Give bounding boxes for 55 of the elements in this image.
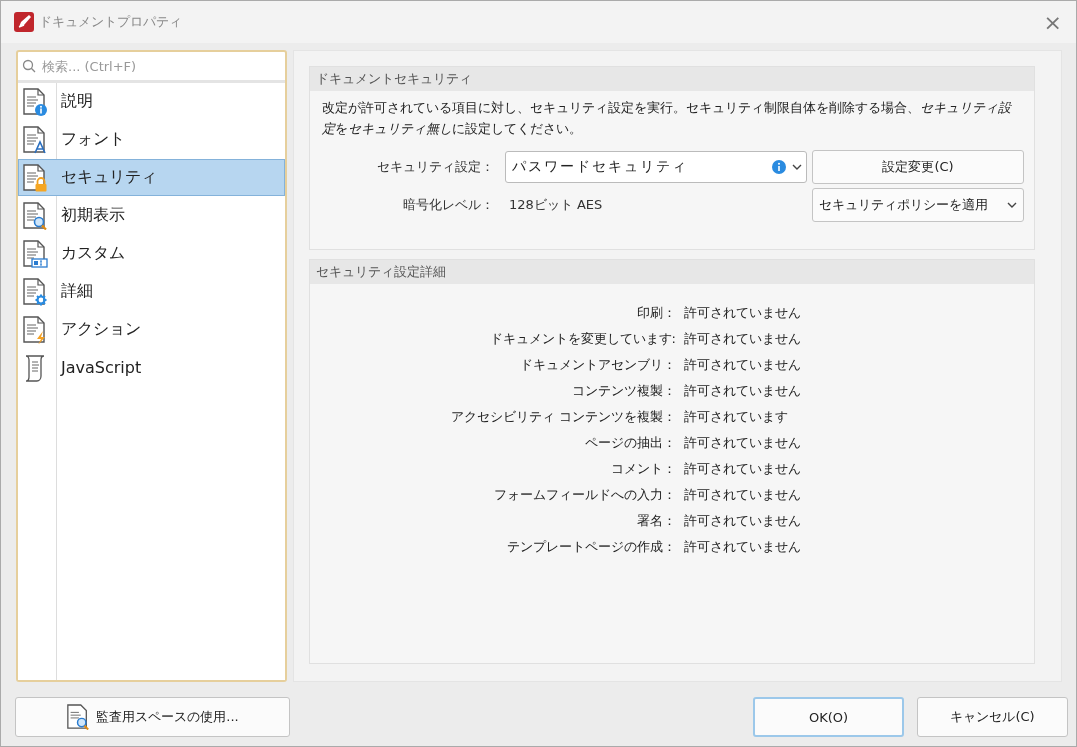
sidebar-item[interactable]: フォント	[18, 121, 285, 158]
permission-value: 許可されていません	[684, 382, 802, 400]
security-setting-label: セキュリティ設定：	[376, 158, 495, 176]
permission-label: 署名：	[636, 512, 676, 530]
sidebar-item[interactable]: アクション	[18, 311, 285, 348]
permission-value: 許可されていません	[684, 304, 802, 322]
magnifier-document-icon	[66, 704, 91, 730]
lock-document-icon	[22, 163, 48, 192]
caret-icon	[792, 164, 802, 170]
close-button[interactable]: ×	[1037, 9, 1068, 35]
permission-label: コメント：	[610, 460, 676, 478]
gear-document-icon	[22, 277, 48, 306]
permission-label: アクセシビリティ コンテンツを複製：	[449, 408, 676, 426]
description-text: 改定が許可されている項目に対し、セキュリティ設定を実行。セキュリティ制限自体を削除する場合、セキュリティ設定を セキュリティ無し に設定してください。	[322, 99, 1013, 138]
permission-value: 許可されていません	[684, 538, 802, 556]
permission-value: 許可されていません	[684, 512, 802, 530]
search-icon	[22, 59, 36, 73]
apply-policy-dropdown[interactable]: セキュリティポリシーを適用	[812, 188, 1024, 222]
sidebar-item[interactable]: セキュリティ	[18, 159, 285, 196]
security-setting-dropdown[interactable]: パスワードセキュリティ	[505, 151, 807, 183]
permission-label: フォームフィールドへの入力：	[493, 486, 676, 504]
permission-value: 許可されていません	[684, 356, 802, 374]
change-settings-button[interactable]: 設定変更(C)	[812, 150, 1024, 184]
encryption-label: 暗号化レベル：	[402, 196, 495, 214]
info-document-icon	[22, 87, 48, 116]
permission-value: 許可されていません	[684, 330, 802, 348]
section-header: ドキュメントセキュリティ	[310, 67, 1034, 91]
permission-label: コンテンツ複製：	[571, 382, 676, 400]
app-logo-icon	[14, 12, 34, 32]
font-document-icon	[22, 125, 48, 154]
window-title: ドキュメントプロパティ	[39, 13, 183, 31]
caret-icon	[1007, 202, 1017, 208]
ok-button[interactable]: OK(O)	[753, 697, 904, 737]
section-header: セキュリティ設定詳細	[310, 260, 1034, 284]
sidebar-item[interactable]: カスタム	[18, 235, 285, 272]
field-document-icon	[22, 239, 48, 268]
sidebar-item[interactable]: 詳細	[18, 273, 285, 310]
permission-label: ページの抽出：	[584, 434, 676, 452]
lightning-document-icon	[22, 315, 48, 344]
info-icon	[772, 160, 786, 174]
sidebar-item[interactable]: JavaScript	[18, 349, 285, 386]
cancel-button[interactable]: キャンセル(C)	[917, 697, 1068, 737]
sidebar-item[interactable]: 説明	[18, 83, 285, 120]
magnifier-document-icon	[22, 201, 48, 230]
permission-label: ドキュメントアセンブリ：	[519, 356, 676, 374]
encryption-value: 128ビット AES	[508, 196, 604, 214]
audit-space-button[interactable]: 監査用スペースの使用...	[15, 697, 290, 737]
permission-value: 許可されていません	[684, 486, 802, 504]
permission-label: 印刷：	[636, 304, 676, 322]
permission-value: 許可されていません	[684, 460, 802, 478]
permission-value: 許可されていません	[684, 434, 802, 452]
sidebar-item[interactable]: 初期表示	[18, 197, 285, 234]
permission-label: ドキュメントを変更しています:	[488, 330, 676, 348]
permission-value: 許可されています	[684, 408, 789, 426]
permission-label: テンプレートページの作成：	[506, 538, 676, 556]
